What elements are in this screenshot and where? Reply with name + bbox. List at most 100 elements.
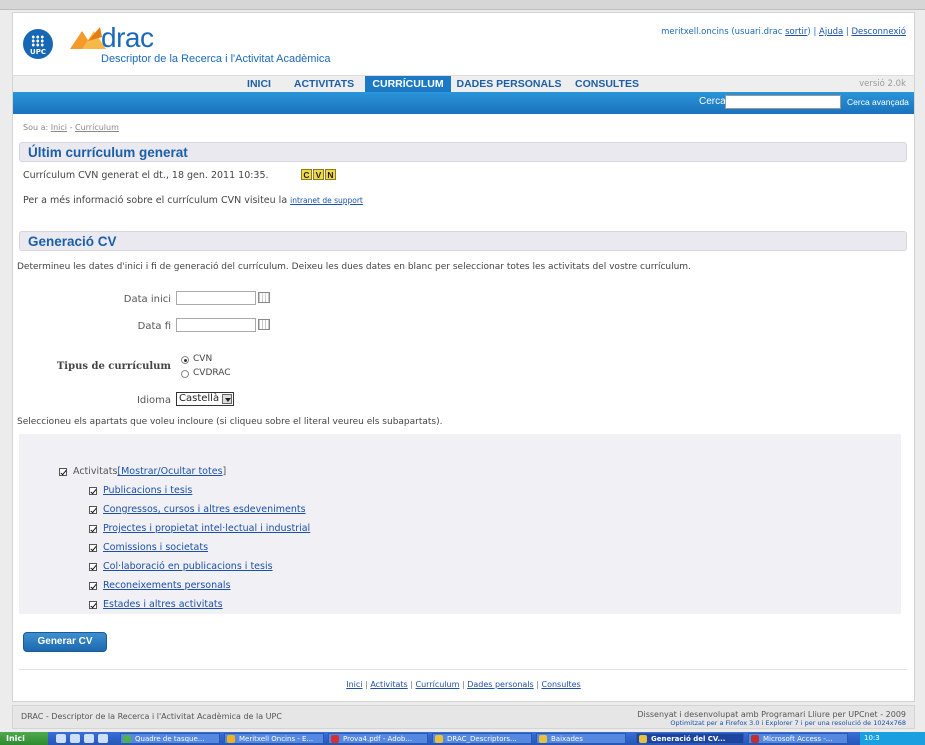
start-date-label: Data inici	[123, 294, 171, 305]
search-input[interactable]	[725, 95, 841, 109]
support-intranet-link[interactable]: intranet de support	[290, 196, 363, 205]
page-footer: DRAC - Descriptor de la Recerca i l'Acti…	[12, 705, 915, 729]
section-checkbox[interactable]	[89, 487, 97, 495]
cvn-download-icons: C V N	[301, 169, 336, 180]
footer-link-inici[interactable]: Inici	[346, 680, 362, 689]
section-checkbox[interactable]	[89, 601, 97, 609]
last-cv-generated-text: Currículum CVN generat el dt., 18 gen. 2…	[23, 170, 269, 181]
clock: 10:3	[864, 734, 880, 742]
header: UPC drac Descriptor de la Recerca i l'Ac…	[13, 13, 914, 75]
show-hide-all-link[interactable]: [Mostrar/Ocultar totes	[117, 466, 222, 477]
upc-logo-dots	[31, 35, 45, 47]
taskbar-item[interactable]: Prova4.pdf - Adob...	[328, 733, 428, 744]
taskbar-item-label: DRAC_Descriptors...	[447, 735, 517, 743]
help-link[interactable]: Ajuda	[819, 27, 843, 37]
cvn-c-icon[interactable]: C	[301, 169, 312, 180]
section-checkbox[interactable]	[89, 506, 97, 514]
cvn-info-text: Per a més informació sobre el currículum…	[23, 195, 363, 206]
cv-generation-heading: Generació CV	[19, 231, 907, 251]
footer-link-curriculum[interactable]: Currículum	[416, 680, 460, 689]
disconnect-link[interactable]: Desconnexió	[851, 27, 906, 37]
separator: |	[461, 680, 465, 689]
os-taskbar: Inici Quadre de tasque... Meritxell Onci…	[0, 732, 925, 745]
footer-link-consultes[interactable]: Consultes	[541, 680, 580, 689]
footer-left-text: DRAC - Descriptor de la Recerca i l'Acti…	[21, 712, 282, 721]
taskbar-item[interactable]: Microsoft Access -...	[748, 733, 848, 744]
footer-link-activitats[interactable]: Activitats	[370, 680, 407, 689]
generate-cv-button[interactable]: Generar CV	[23, 632, 107, 652]
cv-type-cvn-radio[interactable]	[181, 356, 189, 364]
taskbar-item[interactable]: Meritxell Oncins - E...	[224, 733, 324, 744]
footer-optimized-text: Optimitzat per a Firefox 3.0 i Explorer …	[670, 719, 906, 727]
taskbar-item-label: Baixades	[551, 735, 583, 743]
section-link[interactable]: Estades i altres activitats	[103, 599, 223, 610]
taskbar-item-label: Meritxell Oncins - E...	[239, 735, 314, 743]
start-button[interactable]: Inici	[0, 732, 48, 745]
section-link[interactable]: Projectes i propietat intel·lectual i in…	[103, 523, 310, 534]
quicklaunch-icon[interactable]	[84, 734, 94, 743]
start-date-input[interactable]	[176, 291, 256, 305]
activitats-label[interactable]: Activitats	[73, 466, 117, 477]
footer-link-dades-personals[interactable]: Dades personals	[467, 680, 534, 689]
separator: |	[365, 680, 368, 689]
taskbar-item-label: Prova4.pdf - Adob...	[343, 735, 413, 743]
taskbar-item-label: Microsoft Access -...	[763, 735, 833, 743]
cv-type-cvn-label[interactable]: CVN	[193, 354, 212, 364]
section-checkbox[interactable]	[89, 525, 97, 533]
footer-right: Dissenyat i desenvolupat amb Programari …	[637, 710, 906, 727]
separator: |	[536, 680, 539, 689]
quicklaunch-icon[interactable]	[98, 734, 108, 743]
cvn-v-icon[interactable]: V	[313, 169, 324, 180]
activitats-checkbox[interactable]	[59, 468, 67, 476]
taskbar-item[interactable]: DRAC_Descriptors...	[432, 733, 532, 744]
section-link[interactable]: Comissions i societats	[103, 542, 208, 553]
main-nav: INICI ACTIVITATS CURRÍCULUM DADES PERSON…	[13, 75, 914, 93]
upc-logo[interactable]: UPC	[23, 29, 53, 59]
taskbar-item[interactable]: Quadre de tasque...	[120, 733, 220, 744]
cvn-info-label: Per a més informació sobre el currículum…	[23, 195, 288, 206]
app-icon	[639, 735, 647, 743]
advanced-search-link[interactable]: Cerca avançada	[847, 97, 909, 107]
logout-link[interactable]: sortir	[785, 27, 807, 37]
taskbar-item-label: Quadre de tasque...	[135, 735, 205, 743]
language-select-value: Castellà	[179, 393, 220, 404]
user-bar: meritxell.oncins (usuari.drac sortir) | …	[661, 27, 906, 37]
section-checkbox[interactable]	[89, 582, 97, 590]
show-hide-close: ]	[222, 466, 227, 477]
language-select[interactable]: Castellà	[176, 392, 234, 406]
breadcrumb-curriculum[interactable]: Currículum	[75, 123, 119, 132]
version-label: versió 2.0k	[859, 79, 906, 89]
cv-type-cvdrac-label[interactable]: CVDRAC	[193, 368, 231, 378]
tab-inici[interactable]: INICI	[240, 76, 278, 93]
cv-type-label: Tipus de currículum	[56, 361, 171, 372]
breadcrumb-inici[interactable]: Inici	[51, 123, 67, 132]
tab-activitats[interactable]: ACTIVITATS	[283, 76, 365, 93]
quicklaunch-icon[interactable]	[56, 734, 66, 743]
quicklaunch-icon[interactable]	[70, 734, 80, 743]
cvn-n-icon[interactable]: N	[325, 169, 336, 180]
separator: |	[845, 27, 849, 37]
chevron-down-icon[interactable]	[222, 394, 232, 404]
section-checkbox[interactable]	[89, 544, 97, 552]
end-date-label: Data fi	[137, 321, 171, 332]
section-checkbox[interactable]	[89, 563, 97, 571]
section-link[interactable]: Publicacions i tesis	[103, 485, 192, 496]
taskbar-item-active[interactable]: Generació del CV...	[636, 733, 744, 744]
tab-dades-personals[interactable]: DADES PERSONALS	[453, 76, 565, 93]
section-link[interactable]: Congressos, cursos i altres esdeveniment…	[103, 504, 306, 515]
user-name: meritxell.oncins (usuari.drac	[661, 27, 783, 37]
sections-instructions: Seleccioneu els apartats que voleu inclo…	[17, 417, 443, 427]
footer-right-text: Dissenyat i desenvolupat amb Programari …	[637, 710, 906, 719]
end-date-input[interactable]	[176, 318, 256, 332]
app-icon	[123, 735, 131, 743]
end-date-calendar-icon[interactable]	[258, 319, 270, 330]
taskbar-item[interactable]: Baixades	[536, 733, 626, 744]
cv-type-cvdrac-radio[interactable]	[181, 370, 189, 378]
section-link[interactable]: Reconeixements personals	[103, 580, 231, 591]
app-icon	[227, 735, 235, 743]
start-date-calendar-icon[interactable]	[258, 292, 270, 303]
tab-consultes[interactable]: CONSULTES	[569, 76, 645, 93]
section-link[interactable]: Col·laboració en publicacions i tesis	[103, 561, 273, 572]
app-name[interactable]: drac	[101, 23, 154, 53]
tab-curriculum[interactable]: CURRÍCULUM	[365, 76, 451, 93]
